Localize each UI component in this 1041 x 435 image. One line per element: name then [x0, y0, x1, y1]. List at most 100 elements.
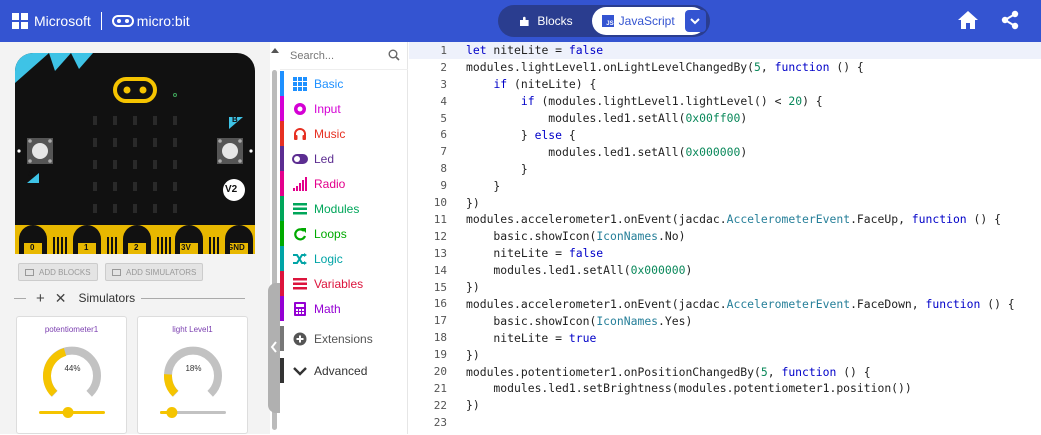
code-line[interactable]: 21 modules.led1.setBrightness(modules.po… — [409, 380, 1041, 397]
lines-icon — [292, 276, 308, 292]
brand[interactable]: Microsoft micro:bit — [12, 12, 190, 30]
code-line[interactable]: 16 modules.accelerometer1.onEvent(jacdac… — [409, 296, 1041, 313]
category-radio[interactable]: Radio — [280, 171, 408, 196]
category-color-bar — [280, 296, 284, 321]
microbit-board[interactable]: A B V2 0 1 2 3V GND — [15, 53, 255, 254]
shuffle-icon — [292, 251, 308, 267]
tab-javascript[interactable]: JS JavaScript — [592, 7, 706, 35]
category-extensions[interactable]: Extensions — [280, 326, 408, 351]
code-line[interactable]: 14 modules.led1.setAll(0x000000) — [409, 262, 1041, 279]
category-label: Loops — [314, 226, 347, 241]
code-text[interactable]: basic.showIcon(IconNames.No) — [466, 229, 685, 243]
code-line[interactable]: 11 modules.accelerometer1.onEvent(jacdac… — [409, 211, 1041, 228]
code-line[interactable]: 6 } else { — [409, 127, 1041, 144]
pin-strip: 0 1 2 3V GND — [15, 221, 255, 254]
category-label: Modules — [314, 201, 360, 216]
code-line[interactable]: 7 modules.led1.setAll(0x000000) — [409, 143, 1041, 160]
category-loops[interactable]: Loops — [280, 221, 408, 246]
code-text[interactable]: modules.led1.setAll(0x00ff00) — [466, 111, 747, 125]
category-modules[interactable]: Modules — [280, 196, 408, 221]
search-input[interactable]: Search... — [290, 50, 334, 62]
category-label: Music — [314, 126, 346, 141]
category-advanced[interactable]: Advanced — [280, 358, 408, 383]
code-text[interactable]: modules.led1.setBrightness(modules.poten… — [466, 381, 911, 395]
code-line[interactable]: 15 }) — [409, 279, 1041, 296]
code-text[interactable]: modules.lightLevel1.onLightLevelChangedB… — [466, 60, 864, 74]
line-number: 11 — [433, 212, 447, 226]
code-text[interactable]: }) — [466, 348, 480, 362]
potentiometer-card[interactable]: potentiometer1 44% — [16, 316, 127, 434]
category-color-bar — [280, 246, 284, 271]
pin-2-label: 2 — [134, 243, 139, 252]
code-line[interactable]: 5 modules.led1.setAll(0x00ff00) — [409, 110, 1041, 127]
code-text[interactable]: if (modules.lightLevel1.lightLevel() < 2… — [466, 94, 823, 108]
code-text[interactable]: }) — [466, 398, 480, 412]
code-text[interactable]: modules.accelerometer1.onEvent(jacdac.Ac… — [466, 212, 1001, 226]
collapse-simulator-button[interactable] — [268, 283, 280, 413]
category-math[interactable]: Math — [280, 296, 408, 321]
add-simulators-button[interactable]: ADD SIMULATORS — [105, 263, 204, 281]
code-line[interactable]: 22 }) — [409, 397, 1041, 414]
code-text[interactable]: } else { — [466, 128, 576, 142]
code-line[interactable]: 19 }) — [409, 346, 1041, 363]
category-variables[interactable]: Variables — [280, 271, 408, 296]
code-line[interactable]: 1 let niteLite = false — [409, 42, 1041, 59]
code-line[interactable]: 9 } — [409, 177, 1041, 194]
code-line[interactable]: 2 modules.lightLevel1.onLightLevelChange… — [409, 59, 1041, 76]
category-color-bar — [280, 271, 284, 296]
code-text[interactable]: niteLite = false — [466, 246, 603, 260]
code-text[interactable]: modules.led1.setAll(0x000000) — [466, 263, 692, 277]
code-text[interactable]: niteLite = true — [466, 331, 596, 345]
add-simulators-label: ADD SIMULATORS — [126, 267, 197, 277]
code-text[interactable]: basic.showIcon(IconNames.Yes) — [466, 314, 692, 328]
code-line[interactable]: 17 basic.showIcon(IconNames.Yes) — [409, 312, 1041, 329]
language-dropdown-button[interactable] — [684, 10, 706, 32]
home-button[interactable] — [957, 10, 979, 35]
code-text[interactable]: }) — [466, 280, 480, 294]
code-line[interactable]: 3 if (niteLite) { — [409, 76, 1041, 93]
tab-blocks[interactable]: Blocks — [500, 7, 592, 35]
line-number: 3 — [440, 77, 447, 91]
javascript-icon: JS — [602, 15, 614, 27]
category-color-bar — [280, 146, 284, 171]
code-line[interactable]: 10 }) — [409, 194, 1041, 211]
add-blocks-button[interactable]: ADD BLOCKS — [18, 263, 98, 281]
category-input[interactable]: Input — [280, 96, 408, 121]
code-text[interactable]: let niteLite = false — [466, 43, 603, 57]
collapse-icon[interactable] — [14, 297, 26, 299]
code-text[interactable]: } — [466, 162, 528, 176]
search-icon[interactable] — [388, 49, 400, 61]
code-text[interactable]: modules.led1.setAll(0x000000) — [466, 145, 747, 159]
headphones-icon — [292, 126, 308, 142]
light-level-card[interactable]: light Level1 18% — [137, 316, 248, 434]
line-number: 9 — [440, 179, 447, 193]
line-number: 6 — [440, 128, 447, 142]
simulator-icon — [112, 268, 121, 276]
code-line[interactable]: 13 niteLite = false — [409, 245, 1041, 262]
code-line[interactable]: 4 if (modules.lightLevel1.lightLevel() <… — [409, 93, 1041, 110]
toolbox-search[interactable]: Search... — [280, 42, 408, 70]
category-label: Extensions — [314, 331, 373, 346]
code-text[interactable]: } — [466, 179, 500, 193]
category-music[interactable]: Music — [280, 121, 408, 146]
share-button[interactable] — [1000, 10, 1020, 35]
chevron-down-icon — [292, 363, 308, 379]
code-line[interactable]: 18 niteLite = true — [409, 329, 1041, 346]
category-logic[interactable]: Logic — [280, 246, 408, 271]
calculator-icon — [292, 301, 308, 317]
category-basic[interactable]: Basic — [280, 71, 408, 96]
code-text[interactable]: if (niteLite) { — [466, 77, 596, 91]
scroll-up-icon[interactable] — [271, 46, 279, 54]
code-text[interactable]: modules.potentiometer1.onPositionChanged… — [466, 365, 871, 379]
code-line[interactable]: 8 } — [409, 160, 1041, 177]
code-line[interactable]: 23 — [409, 414, 1041, 431]
category-led[interactable]: Led — [280, 146, 408, 171]
code-text[interactable]: }) — [466, 196, 480, 210]
plus-icon[interactable]: + — [36, 290, 45, 307]
code-line[interactable]: 20 modules.potentiometer1.onPositionChan… — [409, 363, 1041, 380]
tab-blocks-label: Blocks — [537, 14, 573, 28]
code-editor[interactable]: 1 let niteLite = false 2 modules.lightLe… — [409, 42, 1041, 434]
close-icon[interactable]: ✕ — [55, 290, 67, 307]
code-line[interactable]: 12 basic.showIcon(IconNames.No) — [409, 228, 1041, 245]
code-text[interactable]: modules.accelerometer1.onEvent(jacdac.Ac… — [466, 297, 1015, 311]
